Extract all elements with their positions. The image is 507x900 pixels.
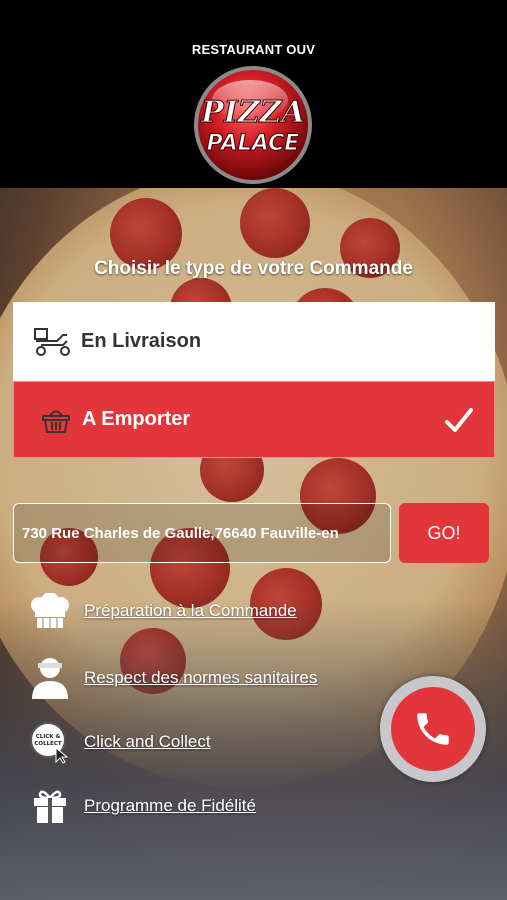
pizza-palace-logo: PIZZA PALACE <box>192 64 314 186</box>
option-takeaway-label: A Emporter <box>82 408 191 430</box>
gift-icon <box>28 784 72 828</box>
checkmark-icon <box>444 406 474 436</box>
basket-icon <box>36 404 76 436</box>
chef-hat-icon <box>28 589 72 633</box>
option-delivery-label: En Livraison <box>81 330 202 352</box>
call-button[interactable] <box>380 676 486 782</box>
link-click-collect-label[interactable]: Click and Collect <box>84 732 211 752</box>
svg-text:CLICK &: CLICK & <box>36 734 61 740</box>
svg-text:COLLECT: COLLECT <box>34 741 62 747</box>
link-sanitary[interactable]: Respect des normes sanitaires <box>28 656 348 700</box>
person-icon <box>28 656 72 700</box>
link-preparation-label[interactable]: Préparation à la Commande <box>84 601 297 621</box>
restaurant-status: RESTAURANT OUV <box>191 42 316 57</box>
go-button[interactable]: GO! <box>399 503 489 563</box>
address-field[interactable]: 730 Rue Charles de Gaulle,76640 Fauville… <box>13 503 391 563</box>
order-type-title: Choisir le type de votre Commande <box>94 258 413 279</box>
link-preparation[interactable]: Préparation à la Commande <box>28 589 348 633</box>
option-takeaway[interactable]: A Emporter <box>13 381 495 458</box>
app-header: RESTAURANT OUV PIZZA PALACE <box>0 0 507 188</box>
option-delivery[interactable]: En Livraison <box>13 302 495 381</box>
phone-icon <box>391 687 475 771</box>
click-collect-icon: CLICK & COLLECT <box>28 720 72 764</box>
delivery-scooter-icon <box>33 326 73 358</box>
link-click-collect[interactable]: CLICK & COLLECT Click and Collect <box>28 720 348 764</box>
link-sanitary-label[interactable]: Respect des normes sanitaires <box>84 668 317 688</box>
svg-text:PIZZA: PIZZA <box>200 95 305 130</box>
svg-text:PALACE: PALACE <box>207 131 300 156</box>
link-loyalty-label[interactable]: Programme de Fidélité <box>84 796 256 816</box>
link-loyalty[interactable]: Programme de Fidélité <box>28 784 348 828</box>
